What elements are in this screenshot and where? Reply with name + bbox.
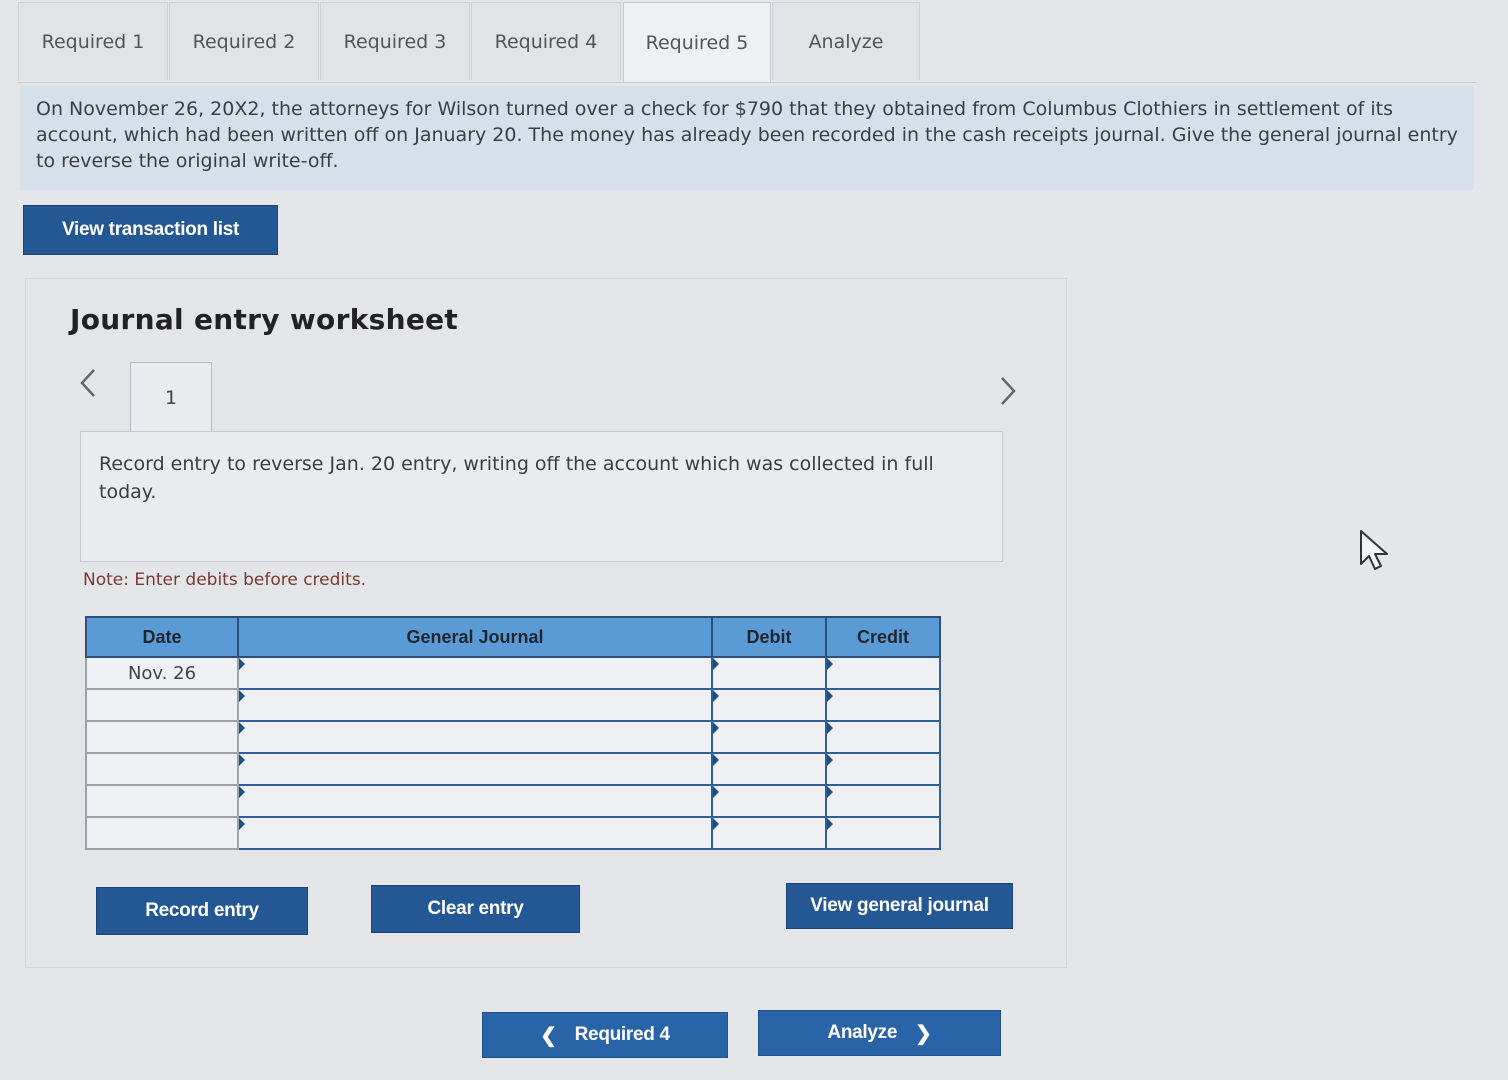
table-row xyxy=(85,752,941,786)
table-header-row: Date General Journal Debit Credit xyxy=(85,616,941,658)
table-row xyxy=(85,784,941,818)
next-analyze-button[interactable]: Analyze ❯ xyxy=(758,1010,1001,1056)
date-cell[interactable] xyxy=(85,720,239,754)
credit-input[interactable] xyxy=(825,656,941,690)
debit-input[interactable] xyxy=(711,752,827,786)
tab-label: Required 3 xyxy=(343,30,447,53)
entry-note: Note: Enter debits before credits. xyxy=(83,570,367,590)
credit-input[interactable] xyxy=(825,784,941,818)
view-general-journal-button[interactable]: View general journal xyxy=(786,883,1013,929)
date-cell[interactable]: Nov. 26 xyxy=(85,656,239,690)
account-select[interactable] xyxy=(237,720,713,754)
tab-analyze[interactable]: Analyze xyxy=(772,2,920,80)
tab-required-4[interactable]: Required 4 xyxy=(471,2,621,80)
debit-input[interactable] xyxy=(711,816,827,850)
column-header-debit: Debit xyxy=(711,616,827,658)
tab-label: Required 5 xyxy=(645,31,749,54)
tab-required-1[interactable]: Required 1 xyxy=(18,2,168,80)
date-cell[interactable] xyxy=(85,784,239,818)
account-select[interactable] xyxy=(237,688,713,722)
chevron-left-icon: ❮ xyxy=(540,1024,557,1047)
debit-input[interactable] xyxy=(711,784,827,818)
credit-input[interactable] xyxy=(825,816,941,850)
table-row: Nov. 26 xyxy=(85,656,941,690)
chevron-right-icon[interactable] xyxy=(998,374,1018,416)
column-header-credit: Credit xyxy=(825,616,941,658)
tab-divider xyxy=(18,82,1476,83)
entry-description: Record entry to reverse Jan. 20 entry, w… xyxy=(80,431,1003,562)
account-select[interactable] xyxy=(237,656,713,690)
credit-input[interactable] xyxy=(825,720,941,754)
entry-tab-1[interactable]: 1 xyxy=(130,362,212,432)
tab-label: Analyze xyxy=(808,30,884,53)
next-button-label: Analyze xyxy=(827,1022,898,1043)
tab-required-3[interactable]: Required 3 xyxy=(320,2,470,80)
table-row xyxy=(85,720,941,754)
credit-input[interactable] xyxy=(825,752,941,786)
column-header-general-journal: General Journal xyxy=(237,616,713,658)
date-cell[interactable] xyxy=(85,688,239,722)
table-row xyxy=(85,688,941,722)
chevron-left-icon-graphic xyxy=(80,369,95,397)
tab-required-2[interactable]: Required 2 xyxy=(169,2,319,80)
debit-input[interactable] xyxy=(711,688,827,722)
mouse-pointer-icon xyxy=(1358,528,1392,576)
date-cell[interactable] xyxy=(85,752,239,786)
debit-input[interactable] xyxy=(711,656,827,690)
tab-required-5[interactable]: Required 5 xyxy=(623,2,771,82)
date-cell[interactable] xyxy=(85,816,239,850)
table-row xyxy=(85,816,941,850)
journal-entry-table: Date General Journal Debit Credit Nov. 2… xyxy=(85,616,941,850)
column-header-date: Date xyxy=(85,616,239,658)
tab-label: Required 2 xyxy=(192,30,296,53)
previous-required-4-button[interactable]: ❮ Required 4 xyxy=(482,1012,728,1058)
worksheet-title: Journal entry worksheet xyxy=(70,303,459,336)
account-select[interactable] xyxy=(237,784,713,818)
chevron-right-icon: ❯ xyxy=(915,1022,932,1045)
entry-number: 1 xyxy=(164,386,178,409)
question-prompt: On November 26, 20X2, the attorneys for … xyxy=(20,86,1474,190)
mouse-pointer-graphic xyxy=(1360,530,1388,570)
tab-label: Required 1 xyxy=(41,30,145,53)
prev-button-label: Required 4 xyxy=(574,1024,671,1045)
chevron-left-icon[interactable] xyxy=(78,366,98,408)
view-transaction-list-button[interactable]: View transaction list xyxy=(23,205,278,255)
tab-label: Required 4 xyxy=(494,30,598,53)
chevron-right-icon-graphic xyxy=(1001,377,1016,405)
account-select[interactable] xyxy=(237,752,713,786)
debit-input[interactable] xyxy=(711,720,827,754)
account-select[interactable] xyxy=(237,816,713,850)
record-entry-button[interactable]: Record entry xyxy=(96,887,308,935)
clear-entry-button[interactable]: Clear entry xyxy=(371,885,580,933)
credit-input[interactable] xyxy=(825,688,941,722)
